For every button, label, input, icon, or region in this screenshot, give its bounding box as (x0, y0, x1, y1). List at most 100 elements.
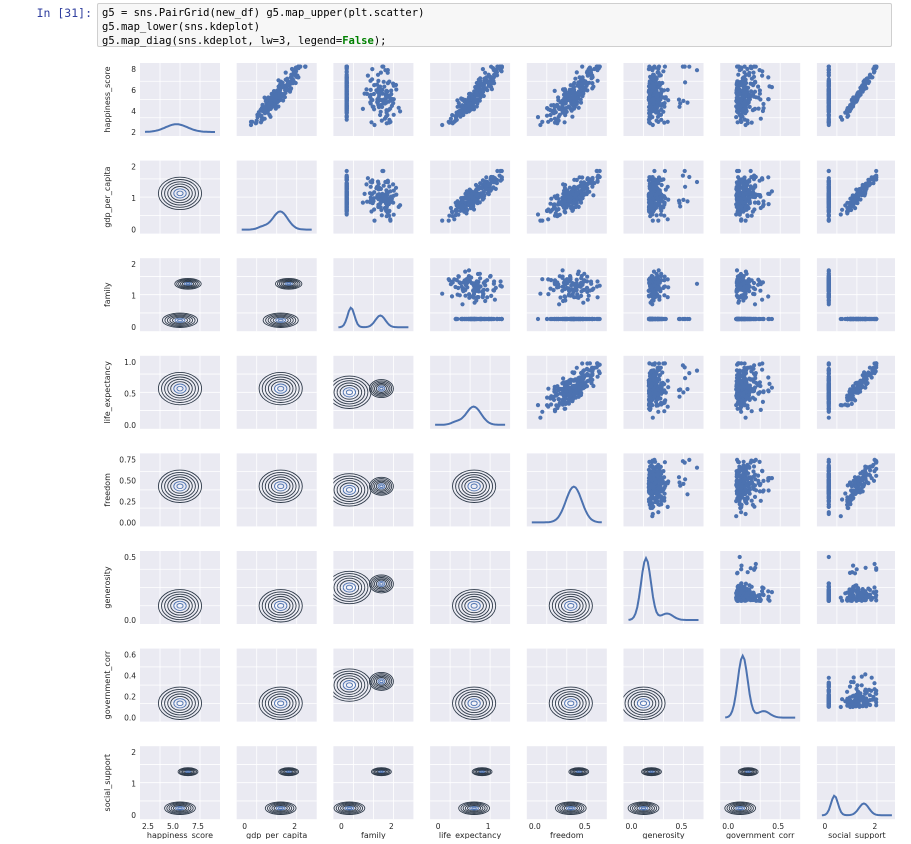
scatter-point (687, 64, 692, 69)
scatter-point (864, 316, 869, 322)
scatter-point (826, 105, 831, 110)
scatter-point (446, 218, 451, 223)
scatter-point (456, 200, 461, 205)
scatter-point (581, 316, 586, 322)
scatter-point (651, 269, 657, 274)
scatter-point (560, 200, 565, 205)
scatter-point (745, 213, 750, 218)
scatter-point (863, 80, 868, 85)
scatter-point (655, 81, 661, 86)
scatter-point (344, 196, 349, 201)
scatter-point (652, 457, 657, 462)
cell-prompt: In [31]: (36, 6, 92, 20)
scatter-point (736, 181, 741, 186)
scatter-point (384, 108, 389, 114)
scatter-point (874, 168, 879, 174)
scatter-point (662, 460, 668, 465)
scatter-point (749, 66, 754, 71)
scatter-point (283, 90, 288, 95)
scatter-point (665, 404, 670, 409)
scatter-point (758, 116, 763, 121)
scatter-point (743, 105, 749, 110)
scatter-point (545, 316, 550, 322)
scatter-point (544, 113, 550, 118)
scatter-point (483, 186, 488, 192)
scatter-point (283, 86, 288, 91)
scatter-point (676, 388, 682, 393)
scatter-point (657, 295, 662, 300)
scatter-point (656, 179, 661, 184)
scatter-point (646, 293, 652, 298)
scatter-point (483, 86, 488, 91)
scatter-point (826, 274, 831, 279)
scatter-point (360, 106, 365, 111)
scatter-point (680, 363, 686, 368)
scatter-point (648, 211, 653, 216)
scatter-point (655, 202, 660, 207)
scatter-point (581, 186, 586, 192)
scatter-point (747, 70, 752, 75)
scatter-point (734, 187, 739, 192)
scatter-point (760, 399, 766, 404)
scatter-point (858, 379, 863, 384)
scatter-point (477, 98, 482, 103)
scatter-point (568, 83, 573, 88)
scatter-point (460, 302, 465, 307)
scatter-point (752, 302, 758, 307)
scatter-point (574, 70, 579, 75)
scatter-point (760, 108, 766, 114)
scatter-point (455, 204, 460, 209)
scatter-point (735, 200, 741, 205)
scatter-point (449, 294, 455, 299)
scatter-point (368, 92, 373, 97)
scatter-point (466, 277, 471, 282)
scatter-point (662, 293, 667, 298)
scatter-point (499, 316, 504, 322)
scatter-point (654, 495, 659, 500)
code-cell[interactable]: g5 = sns.PairGrid(new_df) g5.map_upper(p… (97, 3, 892, 47)
scatter-point (460, 287, 465, 292)
scatter-point (677, 394, 682, 399)
scatter-point (683, 316, 688, 322)
scatter-point (557, 112, 562, 117)
scatter-point (826, 213, 831, 218)
scatter-point (499, 175, 504, 180)
scatter-point (344, 98, 349, 103)
scatter-point (344, 187, 349, 192)
scatter-point (767, 381, 772, 386)
scatter-point (826, 300, 831, 305)
scatter-point (656, 175, 662, 180)
scatter-point (556, 316, 561, 322)
scatter-point (563, 182, 568, 188)
scatter-point (738, 406, 743, 411)
panel-family-vs-generosity (623, 258, 704, 332)
scatter-point (740, 295, 745, 300)
scatter-point (769, 316, 775, 322)
scatter-point (736, 175, 741, 180)
scatter-point (665, 378, 670, 383)
scatter-point (756, 106, 761, 111)
scatter-point (651, 181, 656, 186)
scatter-point (485, 295, 490, 300)
scatter-point (556, 95, 561, 100)
scatter-point (685, 492, 690, 497)
scatter-point (563, 204, 568, 209)
scatter-point (384, 93, 389, 99)
scatter-point (570, 187, 575, 192)
scatter-point (344, 66, 349, 71)
scatter-point (677, 480, 682, 485)
panel-life_expectancy-vs-social_support (816, 355, 897, 429)
scatter-point (648, 121, 653, 126)
scatter-point (656, 279, 661, 284)
scatter-point (661, 205, 666, 210)
scatter-point (344, 90, 349, 95)
scatter-point (391, 97, 396, 102)
scatter-point (456, 274, 461, 279)
scatter-point (858, 191, 863, 197)
scatter-point (387, 120, 392, 125)
scatter-point (659, 196, 664, 201)
scatter-point (654, 489, 659, 494)
scatter-point (685, 199, 690, 204)
scatter-point (734, 368, 740, 373)
scatter-point (734, 115, 739, 120)
